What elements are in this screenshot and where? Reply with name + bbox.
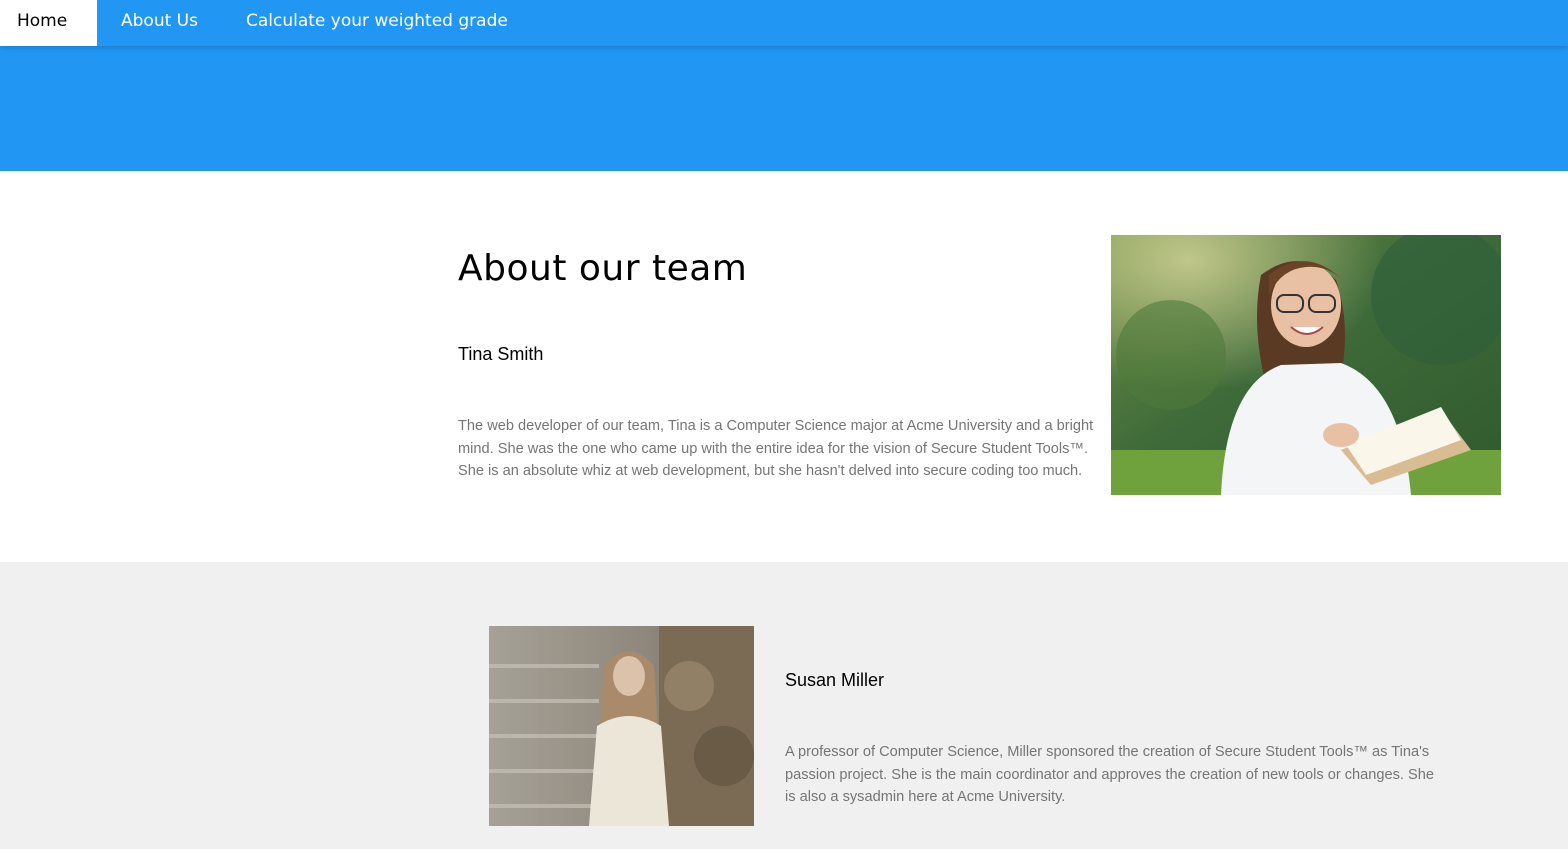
member-name-tina: Tina Smith [458,344,544,364]
susan-miller-photo [489,626,754,826]
page-title: About our team [458,248,748,289]
member-bio-susan: A professor of Computer Science, Miller … [785,744,1435,805]
nav-weighted-grade-link[interactable]: Calculate your weighted grade [222,0,532,46]
hero-banner [0,46,1568,171]
nav-home-link[interactable]: Home [0,0,97,46]
member-name-susan: Susan Miller [785,670,885,690]
member-bio-tina: The web developer of our team, Tina is a… [458,418,1094,479]
nav-about-us-link[interactable]: About Us [97,0,222,46]
tina-smith-photo [1111,235,1501,495]
top-navbar: Home About Us Calculate your weighted gr… [0,0,1568,46]
